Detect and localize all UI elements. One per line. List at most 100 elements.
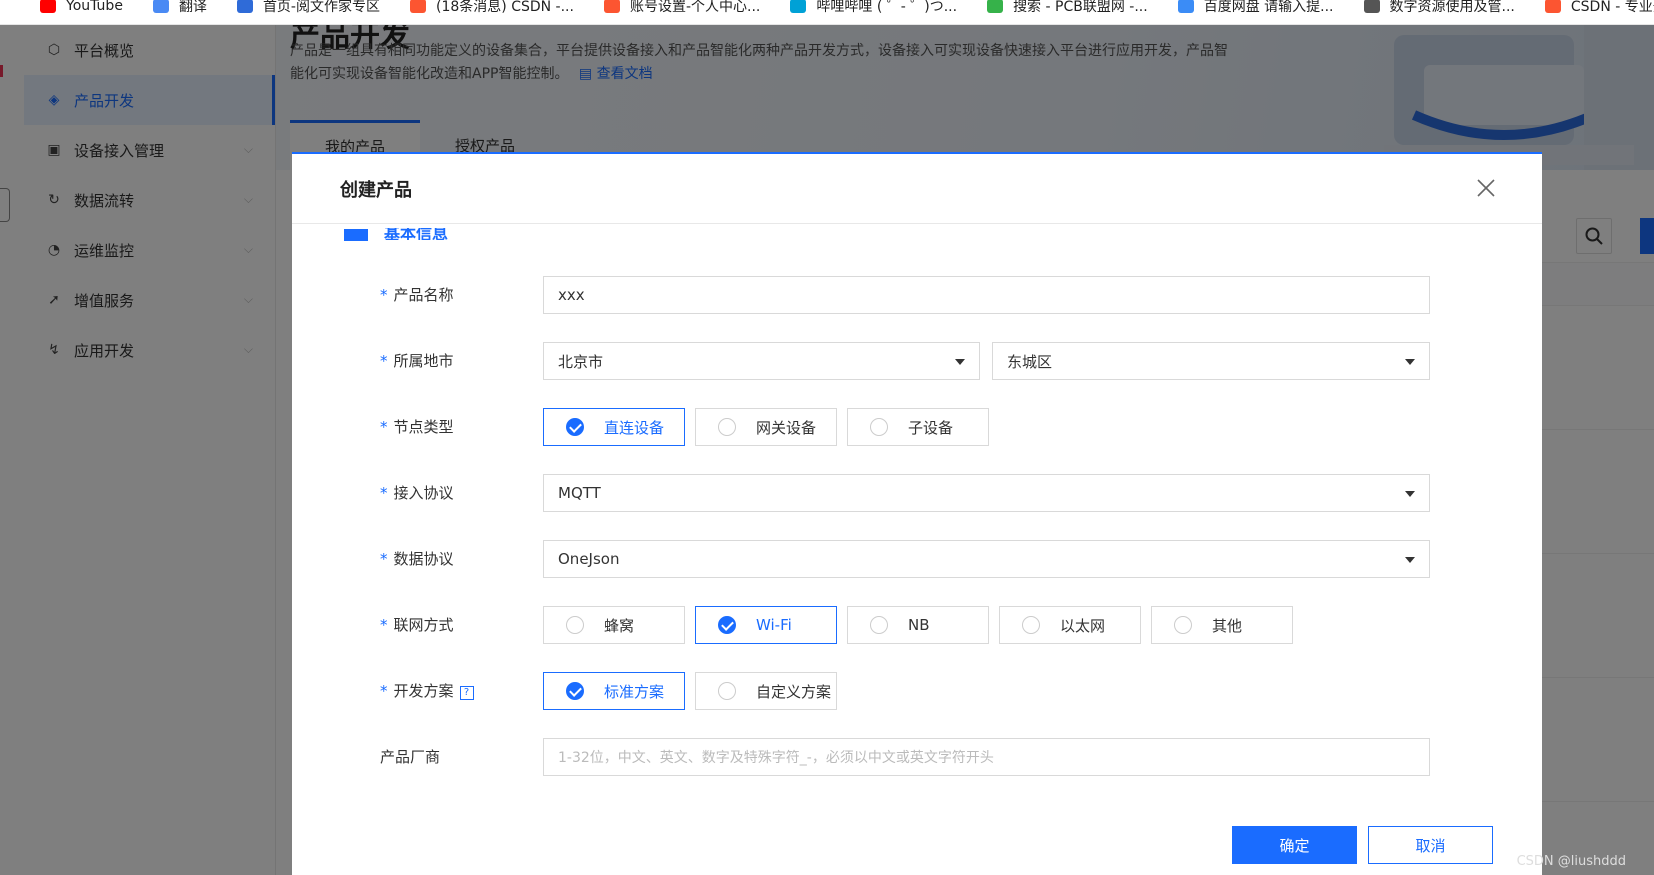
bookmark-favicon-icon	[987, 0, 1004, 13]
field-label: * 所属地市	[380, 350, 454, 371]
field-label-text: 接入协议	[393, 484, 454, 502]
bookmark-label: 翻译	[178, 0, 207, 15]
option-label: NB	[908, 616, 930, 634]
field-label-text: 节点类型	[393, 418, 454, 436]
chevron-down-icon	[955, 359, 965, 365]
required-mark: *	[380, 286, 388, 304]
network-option[interactable]: NB	[847, 606, 989, 644]
bookmark-favicon-icon	[152, 0, 169, 13]
radio-circle-icon	[1174, 616, 1192, 634]
data-protocol-value: OneJson	[558, 550, 620, 568]
bookmark-favicon-icon	[40, 0, 56, 13]
bookmarks-bar: YouTube 翻译 首页-阅文作家专区 (18条消息) CSDN -... 账号设置-…	[0, 0, 1654, 25]
node-type-option[interactable]: 直连设备	[543, 408, 685, 446]
bookmark-item[interactable]: 翻译	[133, 0, 217, 19]
field-label: 产品厂商	[380, 746, 440, 767]
bookmark-item[interactable]: CSDN - 专业开发...	[1525, 0, 1654, 19]
network-option[interactable]: Wi-Fi	[695, 606, 837, 644]
bookmark-label: 账号设置-个人中心...	[629, 0, 761, 15]
radio-circle-icon	[1022, 616, 1040, 634]
field-label: * 联网方式	[380, 614, 454, 635]
help-icon[interactable]: ?	[459, 686, 474, 700]
district-select-value: 东城区	[1007, 352, 1053, 371]
field-label: * 开发方案?	[380, 680, 474, 701]
radio-circle-icon	[566, 616, 584, 634]
section-marker	[344, 229, 368, 241]
close-button[interactable]	[1472, 174, 1500, 202]
section-title: 基本信息	[384, 228, 449, 240]
product-name-input[interactable]: xxx	[543, 276, 1430, 314]
network-option[interactable]: 蜂窝	[543, 606, 685, 644]
bookmark-item[interactable]: YouTube	[0, 0, 133, 19]
bookmark-item[interactable]: 账号设置-个人中心...	[584, 0, 770, 19]
bookmark-label: 首页-阅文作家专区	[262, 0, 380, 15]
required-mark: *	[380, 550, 388, 568]
node-type-option[interactable]: 网关设备	[695, 408, 837, 446]
dialog-header: 创建产品	[292, 154, 1542, 224]
data-protocol-select[interactable]: OneJson	[543, 540, 1430, 578]
bookmark-item[interactable]: 首页-阅文作家专区	[217, 0, 390, 19]
radio-circle-icon	[718, 418, 736, 436]
option-label: 子设备	[908, 418, 954, 437]
bookmark-favicon-icon	[236, 0, 253, 13]
required-mark: *	[380, 352, 388, 370]
field-label: * 数据协议	[380, 548, 454, 569]
dev-plan-option[interactable]: 标准方案	[543, 672, 685, 710]
field-label-text: 开发方案	[393, 682, 454, 700]
check-circle-icon	[718, 616, 736, 634]
bookmark-label: CSDN - 专业开发...	[1570, 0, 1654, 15]
field-label-text: 联网方式	[393, 616, 454, 634]
access-protocol-value: MQTT	[558, 484, 601, 502]
vendor-input[interactable]: 1-32位，中文、英文、数字及特殊字符_-，必须以中文或英文字符开头	[543, 738, 1430, 776]
field-label-text: 产品厂商	[380, 748, 441, 766]
bookmark-favicon-icon	[603, 0, 620, 13]
field-label-text: 数据协议	[393, 550, 454, 568]
dev-plan-option[interactable]: 自定义方案	[695, 672, 837, 710]
bookmark-label: (18条消息) CSDN -...	[436, 0, 574, 15]
bookmark-favicon-icon	[1363, 0, 1380, 13]
bookmark-favicon-icon	[1544, 0, 1561, 13]
required-mark: *	[380, 682, 388, 700]
chevron-down-icon	[1405, 359, 1415, 365]
access-protocol-select[interactable]: MQTT	[543, 474, 1430, 512]
option-label: 自定义方案	[756, 682, 832, 701]
option-label: 其他	[1212, 616, 1243, 635]
city-select-value: 北京市	[558, 352, 604, 371]
bookmark-item[interactable]: 搜索 - PCB联盟网 -...	[967, 0, 1158, 19]
option-label: 标准方案	[604, 682, 665, 701]
option-label: 网关设备	[756, 418, 817, 437]
chevron-down-icon	[1405, 557, 1415, 563]
check-circle-icon	[566, 418, 584, 436]
city-select[interactable]: 北京市	[543, 342, 980, 380]
network-option[interactable]: 其他	[1151, 606, 1293, 644]
bookmark-favicon-icon	[1177, 0, 1194, 13]
bookmark-item[interactable]: 数字资源使用及管...	[1344, 0, 1525, 19]
check-circle-icon	[566, 682, 584, 700]
bookmark-favicon-icon	[790, 0, 807, 13]
field-label-text: 所属地市	[393, 352, 454, 370]
bookmark-item[interactable]: 哔哩哔哩 ( ゜- ゜)つ...	[770, 0, 967, 19]
node-type-option[interactable]: 子设备	[847, 408, 989, 446]
close-icon	[1477, 179, 1495, 197]
radio-circle-icon	[718, 682, 736, 700]
field-label-text: 产品名称	[393, 286, 454, 304]
bookmark-item[interactable]: (18条消息) CSDN -...	[390, 0, 584, 19]
network-option[interactable]: 以太网	[999, 606, 1141, 644]
chevron-down-icon	[1405, 491, 1415, 497]
radio-circle-icon	[870, 418, 888, 436]
dialog-body: 基本信息 * 产品名称 xxx * 所属地市 北京市 东城区 * 节点类型 直连设备 网…	[292, 226, 1542, 806]
dialog-footer: 确定 取消	[292, 806, 1542, 875]
required-mark: *	[380, 418, 388, 436]
bookmark-label: 数字资源使用及管...	[1389, 0, 1515, 15]
create-product-dialog: 创建产品 基本信息 * 产品名称 xxx * 所属地市 北京市 东城区 * 节点类型 …	[292, 152, 1542, 875]
bookmark-label: 搜索 - PCB联盟网 -...	[1013, 0, 1148, 15]
bookmark-label: 百度网盘 请输入提...	[1203, 0, 1334, 15]
district-select[interactable]: 东城区	[992, 342, 1430, 380]
confirm-button[interactable]: 确定	[1232, 826, 1357, 864]
field-label: * 接入协议	[380, 482, 454, 503]
bookmark-item[interactable]: 百度网盘 请输入提...	[1158, 0, 1344, 19]
radio-circle-icon	[870, 616, 888, 634]
option-label: 以太网	[1060, 616, 1106, 635]
cancel-button[interactable]: 取消	[1368, 826, 1493, 864]
watermark: CSDN @liushddd	[1516, 854, 1626, 869]
